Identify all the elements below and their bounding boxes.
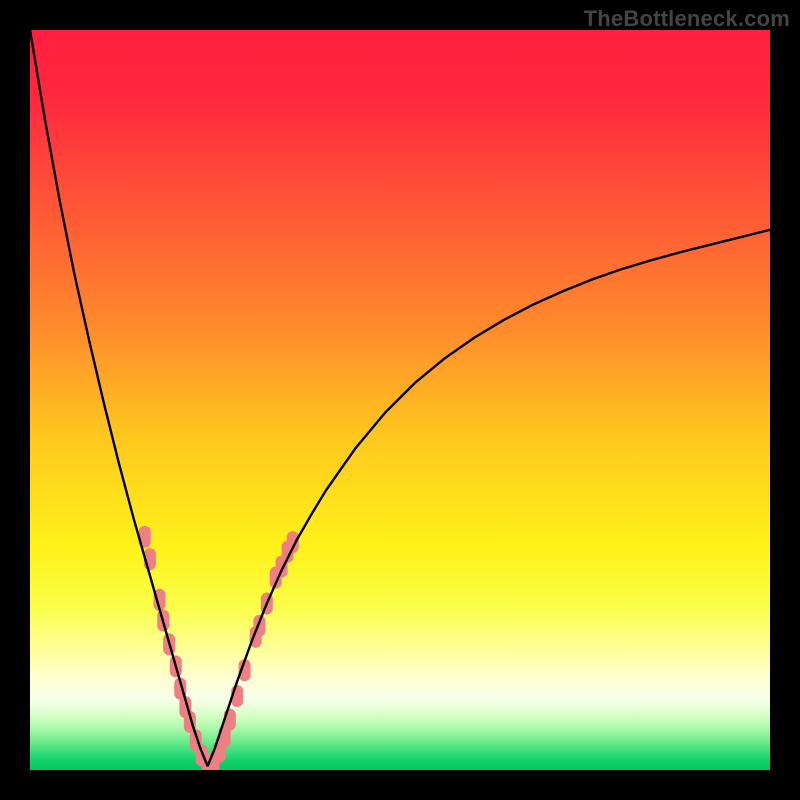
watermark-text: TheBottleneck.com	[584, 6, 790, 32]
curve-right	[208, 230, 770, 767]
curve-layer	[30, 30, 770, 770]
plot-area	[30, 30, 770, 770]
outer-frame: TheBottleneck.com	[0, 0, 800, 800]
curve-left	[30, 30, 208, 766]
